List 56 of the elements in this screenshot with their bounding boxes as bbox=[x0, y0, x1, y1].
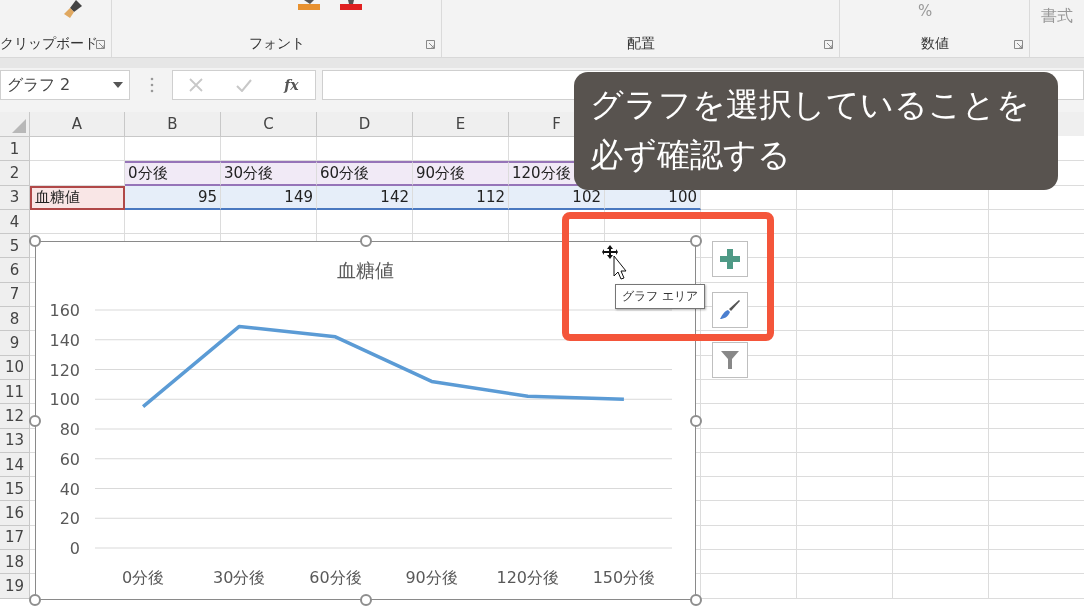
axis-category-label: 120分後 bbox=[496, 568, 559, 587]
row-header[interactable]: 2 bbox=[0, 161, 30, 186]
row-header[interactable]: 15 bbox=[0, 477, 30, 502]
table-cell: 90分後 bbox=[413, 161, 509, 186]
axis-category-label: 150分後 bbox=[592, 568, 656, 587]
table-cell: 149 bbox=[221, 185, 317, 210]
axis-category-label: 0分後 bbox=[122, 568, 165, 587]
row-header[interactable]: 17 bbox=[0, 525, 30, 551]
name-box[interactable]: グラフ 2 bbox=[0, 70, 130, 100]
chart-title: 血糖値 bbox=[336, 259, 394, 281]
ribbon-group-label: クリップボード bbox=[0, 35, 98, 53]
axis-tick-label: 140 bbox=[49, 330, 80, 350]
table-cell: 95 bbox=[125, 185, 221, 210]
ribbon-group-label: 配置 bbox=[626, 35, 655, 53]
table-cell: 血糖値 bbox=[30, 185, 125, 210]
row-header[interactable]: 13 bbox=[0, 428, 30, 453]
ribbon-group-label: フォント bbox=[248, 35, 305, 53]
insert-function-button[interactable]: fx bbox=[284, 77, 299, 93]
row-header[interactable]: 11 bbox=[0, 379, 30, 405]
row-header[interactable]: 8 bbox=[0, 307, 30, 332]
column-header[interactable]: C bbox=[221, 112, 317, 137]
column-header[interactable]: B bbox=[125, 112, 221, 137]
ribbon-group-label: 数値 bbox=[920, 35, 949, 53]
axis-tick-label: 20 bbox=[59, 509, 80, 529]
axis-tick-label: 60 bbox=[59, 449, 80, 469]
row-header[interactable]: 18 bbox=[0, 550, 30, 575]
table-cell: 142 bbox=[317, 185, 413, 210]
row-header[interactable]: 5 bbox=[0, 234, 30, 259]
table-cell: 60分後 bbox=[317, 161, 413, 186]
row-header[interactable]: 6 bbox=[0, 258, 30, 283]
row-header[interactable]: 4 bbox=[0, 209, 30, 235]
column-header[interactable]: E bbox=[413, 112, 509, 137]
axis-category-label: 30分後 bbox=[213, 568, 266, 587]
column-header[interactable]: A bbox=[30, 112, 125, 137]
table-cell: 0分後 bbox=[125, 161, 221, 186]
axis-tick-label: 100 bbox=[49, 390, 80, 410]
axis-category-label: 90分後 bbox=[405, 568, 458, 587]
row-header[interactable]: 7 bbox=[0, 282, 30, 308]
axis-tick-label: 80 bbox=[59, 420, 80, 439]
column-header[interactable]: D bbox=[317, 112, 413, 137]
row-header[interactable]: 1 bbox=[0, 137, 30, 162]
axis-tick-label: 40 bbox=[59, 479, 80, 499]
row-header[interactable]: 3 bbox=[0, 185, 30, 210]
row-header[interactable]: 19 bbox=[0, 574, 30, 599]
row-header[interactable]: 14 bbox=[0, 452, 30, 478]
row-header[interactable]: 16 bbox=[0, 501, 30, 526]
table-cell: 30分後 bbox=[221, 161, 317, 186]
table-cell: 112 bbox=[413, 185, 509, 210]
axis-tick-label: 120 bbox=[49, 360, 80, 380]
axis-category-label: 60分後 bbox=[309, 568, 362, 587]
tooltip: グラフ エリア bbox=[615, 284, 705, 309]
row-header[interactable]: 10 bbox=[0, 355, 30, 380]
row-header[interactable]: 12 bbox=[0, 404, 30, 429]
axis-tick-label: 0 bbox=[69, 539, 80, 558]
row-header[interactable]: 9 bbox=[0, 331, 30, 356]
axis-tick-label: 160 bbox=[49, 301, 80, 320]
